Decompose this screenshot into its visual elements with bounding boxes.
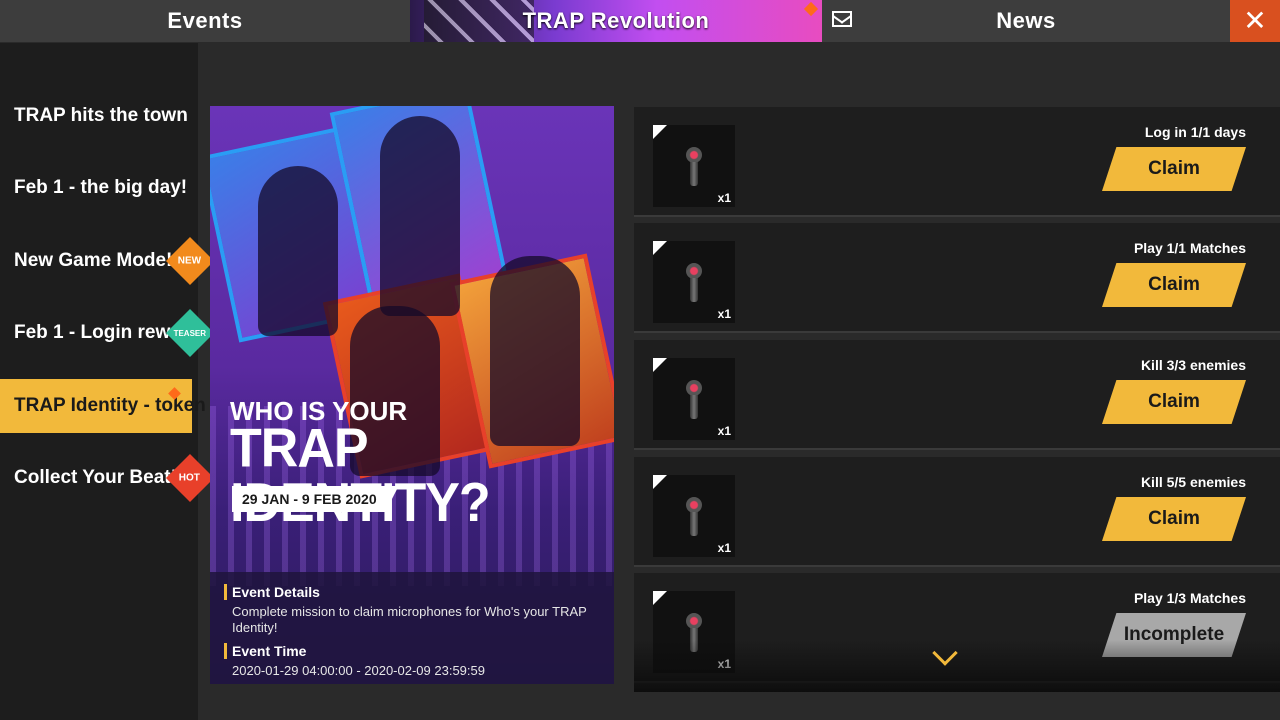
character-figure (490, 256, 580, 446)
sidebar-item-collect-your-beat[interactable]: Collect Your Beat! HOT (0, 451, 215, 505)
sidebar-item-trap-identity-token[interactable]: TRAP Identity - token (0, 379, 206, 433)
poster-dates: 29 JAN - 9 FEB 2020 (232, 486, 399, 512)
mission-title: Play 1/3 Matches (1133, 590, 1246, 606)
sidebar-item-label: Collect Your Beat! (14, 467, 177, 488)
event-details-panel: Event Details Complete mission to claim … (210, 572, 614, 684)
new-badge-label: NEW (178, 255, 202, 267)
character-figure (258, 166, 338, 336)
reward-item[interactable]: x1 (653, 358, 735, 440)
microphone-icon (684, 380, 704, 420)
hot-badge: HOT (165, 453, 215, 503)
hot-badge-label: HOT (179, 472, 201, 484)
reward-item[interactable]: x1 (653, 475, 735, 557)
tab-news[interactable]: News (822, 0, 1230, 42)
tab-events[interactable]: Events (0, 0, 410, 42)
corner-marker (653, 125, 667, 139)
mission-title: Kill 3/3 enemies (1140, 357, 1246, 373)
event-sidebar: TRAP hits the town Feb 1 - the big day! … (0, 43, 215, 720)
claim-button[interactable]: Claim (1102, 147, 1246, 191)
sidebar-item-label: TRAP Identity - token (14, 395, 206, 416)
notification-dot-icon (803, 1, 819, 17)
sidebar-item-trap-hits-the-town[interactable]: TRAP hits the town (0, 89, 192, 143)
claim-button[interactable]: Claim (1102, 263, 1246, 307)
mission-title: Log in 1/1 days (1144, 124, 1246, 140)
poster-headline-big: TRAP IDENTITY? (230, 418, 491, 530)
claim-button[interactable]: Claim (1102, 497, 1246, 541)
tab-trap-revolution[interactable]: TRAP Revolution (410, 0, 822, 42)
claim-button[interactable]: Claim (1102, 380, 1246, 424)
reward-quantity: x1 (717, 541, 731, 555)
reward-quantity: x1 (717, 191, 731, 205)
corner-marker (653, 358, 667, 372)
mission-row: x1 Kill 3/3 enemies Claim (634, 340, 1280, 450)
event-poster: WHO IS YOUR TRAP IDENTITY? 29 JAN - 9 FE… (210, 106, 614, 684)
corner-marker (653, 241, 667, 255)
list-fade-overlay (634, 640, 1280, 692)
microphone-icon (684, 497, 704, 537)
mission-title: Play 1/1 Matches (1133, 240, 1246, 256)
sidebar-item-label: New Game Mode! (14, 250, 173, 271)
microphone-icon (684, 263, 704, 303)
sidebar-item-feb1-big-day[interactable]: Feb 1 - the big day! (0, 161, 192, 215)
tab-news-label: News (996, 8, 1056, 33)
mission-row: x1 Play 1/1 Matches Claim (634, 223, 1280, 333)
event-details-heading: Event Details (224, 584, 598, 600)
reward-quantity: x1 (717, 307, 731, 321)
tab-events-label: Events (167, 8, 243, 33)
mission-title: Kill 5/5 enemies (1140, 474, 1246, 490)
top-tab-bar: Events TRAP Revolution News ✕ (0, 0, 1280, 42)
close-button[interactable]: ✕ (1230, 0, 1280, 42)
reward-quantity: x1 (717, 424, 731, 438)
corner-marker (653, 591, 667, 605)
character-figure (380, 116, 460, 316)
sidebar-item-login-reward[interactable]: Feb 1 - Login reward TEASER (0, 306, 215, 360)
sidebar-item-new-game-mode[interactable]: New Game Mode! NEW (0, 234, 215, 288)
mission-row: x1 Log in 1/1 days Claim (634, 107, 1280, 217)
event-time-text: 2020-01-29 04:00:00 - 2020-02-09 23:59:5… (232, 662, 485, 678)
event-time-heading: Event Time (224, 642, 598, 659)
tab-trap-label: TRAP Revolution (522, 8, 710, 33)
corner-marker (653, 475, 667, 489)
sidebar-item-label: Feb 1 - the big day! (14, 177, 188, 198)
trap-banner-art (424, 0, 534, 42)
mail-icon (832, 11, 852, 27)
microphone-icon (684, 147, 704, 187)
teaser-badge-label: TEASER (173, 328, 207, 338)
close-icon: ✕ (1243, 5, 1267, 36)
new-badge: NEW (165, 236, 215, 286)
teaser-badge: TEASER (165, 308, 215, 358)
sidebar-item-label: TRAP hits the town (14, 105, 188, 126)
reward-item[interactable]: x1 (653, 125, 735, 207)
event-details-text: Complete mission to claim microphones fo… (232, 604, 587, 636)
reward-item[interactable]: x1 (653, 241, 735, 323)
mission-row: x1 Kill 5/5 enemies Claim (634, 457, 1280, 567)
